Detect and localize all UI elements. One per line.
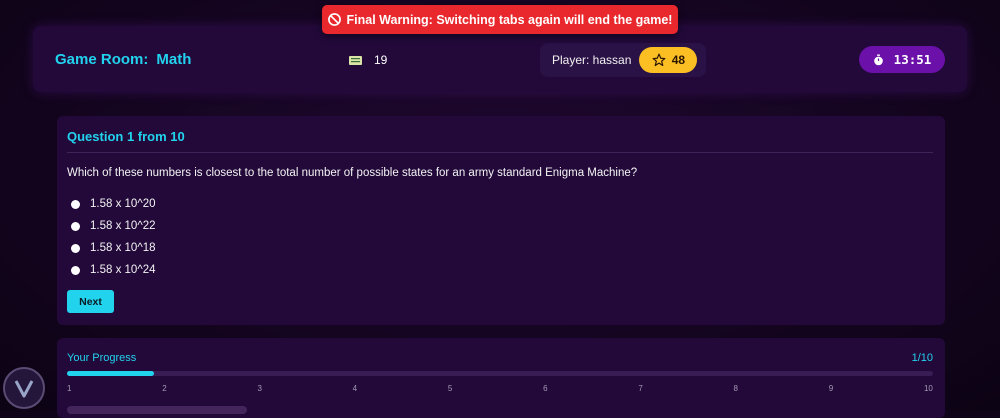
room-label: Game Room: xyxy=(55,51,149,68)
progress-tick: 7 xyxy=(638,384,643,393)
room-title: Game Room: Math xyxy=(55,51,191,68)
player-name: Player: hassan xyxy=(552,53,632,67)
countdown-timer: 13:51 xyxy=(859,46,945,73)
next-button[interactable]: Next xyxy=(67,290,114,313)
stopwatch-icon xyxy=(873,54,883,65)
watermark-logo xyxy=(3,367,45,409)
no-entry-icon xyxy=(327,13,341,26)
score-value: 48 xyxy=(671,53,686,67)
question-text: Which of these numbers is closest to the… xyxy=(67,167,638,179)
progress-tick: 6 xyxy=(543,384,548,393)
question-counter: 19 xyxy=(349,53,387,67)
progress-card: Your Progress 1/10 1 2 3 4 5 6 7 8 9 10 xyxy=(57,338,945,418)
warning-toast: Final Warning: Switching tabs again will… xyxy=(322,5,678,34)
question-count: 19 xyxy=(374,53,388,67)
obscured-text xyxy=(67,406,247,414)
progress-tick: 2 xyxy=(162,384,167,393)
divider xyxy=(67,152,933,153)
progress-tick: 9 xyxy=(828,384,834,393)
radio-button[interactable] xyxy=(71,221,80,231)
warning-text: Final Warning: Switching tabs again will… xyxy=(346,12,673,27)
progress-tick: 3 xyxy=(257,384,262,393)
question-card: Question 1 from 10 Which of these number… xyxy=(57,116,945,325)
star-icon xyxy=(652,53,666,67)
score-badge: 48 xyxy=(639,47,698,73)
progress-bar xyxy=(67,371,933,376)
answer-option[interactable]: 1.58 x 10^24 xyxy=(71,259,156,281)
radio-button[interactable] xyxy=(71,199,80,209)
option-label: 1.58 x 10^24 xyxy=(90,264,156,276)
answer-options: 1.58 x 10^20 1.58 x 10^22 1.58 x 10^18 1… xyxy=(71,193,156,281)
answer-option[interactable]: 1.58 x 10^20 xyxy=(71,193,156,215)
timer-value: 13:51 xyxy=(893,52,932,67)
progress-tick: 8 xyxy=(733,384,738,393)
question-title: Question 1 from 10 xyxy=(67,129,185,144)
room-name: Math xyxy=(156,51,192,68)
answer-option[interactable]: 1.58 x 10^22 xyxy=(71,215,156,237)
progress-tick: 1 xyxy=(67,384,72,393)
option-label: 1.58 x 10^20 xyxy=(90,198,156,210)
radio-button[interactable] xyxy=(71,265,80,275)
progress-tick: 10 xyxy=(923,384,933,393)
logo-icon xyxy=(14,380,34,398)
book-icon xyxy=(349,55,362,65)
progress-tick: 5 xyxy=(447,384,453,393)
option-label: 1.58 x 10^18 xyxy=(90,242,156,254)
progress-label: Your Progress xyxy=(67,352,137,364)
player-info: Player: hassan 48 xyxy=(540,43,706,77)
progress-fill xyxy=(67,371,154,376)
game-header: Game Room: Math 19 Player: hassan 48 13:… xyxy=(33,26,967,92)
progress-count: 1/10 xyxy=(911,352,933,364)
progress-tick: 4 xyxy=(352,384,358,393)
option-label: 1.58 x 10^22 xyxy=(90,220,156,232)
answer-option[interactable]: 1.58 x 10^18 xyxy=(71,237,156,259)
radio-button[interactable] xyxy=(71,243,80,253)
progress-ticks: 1 2 3 4 5 6 7 8 9 10 xyxy=(67,384,933,393)
